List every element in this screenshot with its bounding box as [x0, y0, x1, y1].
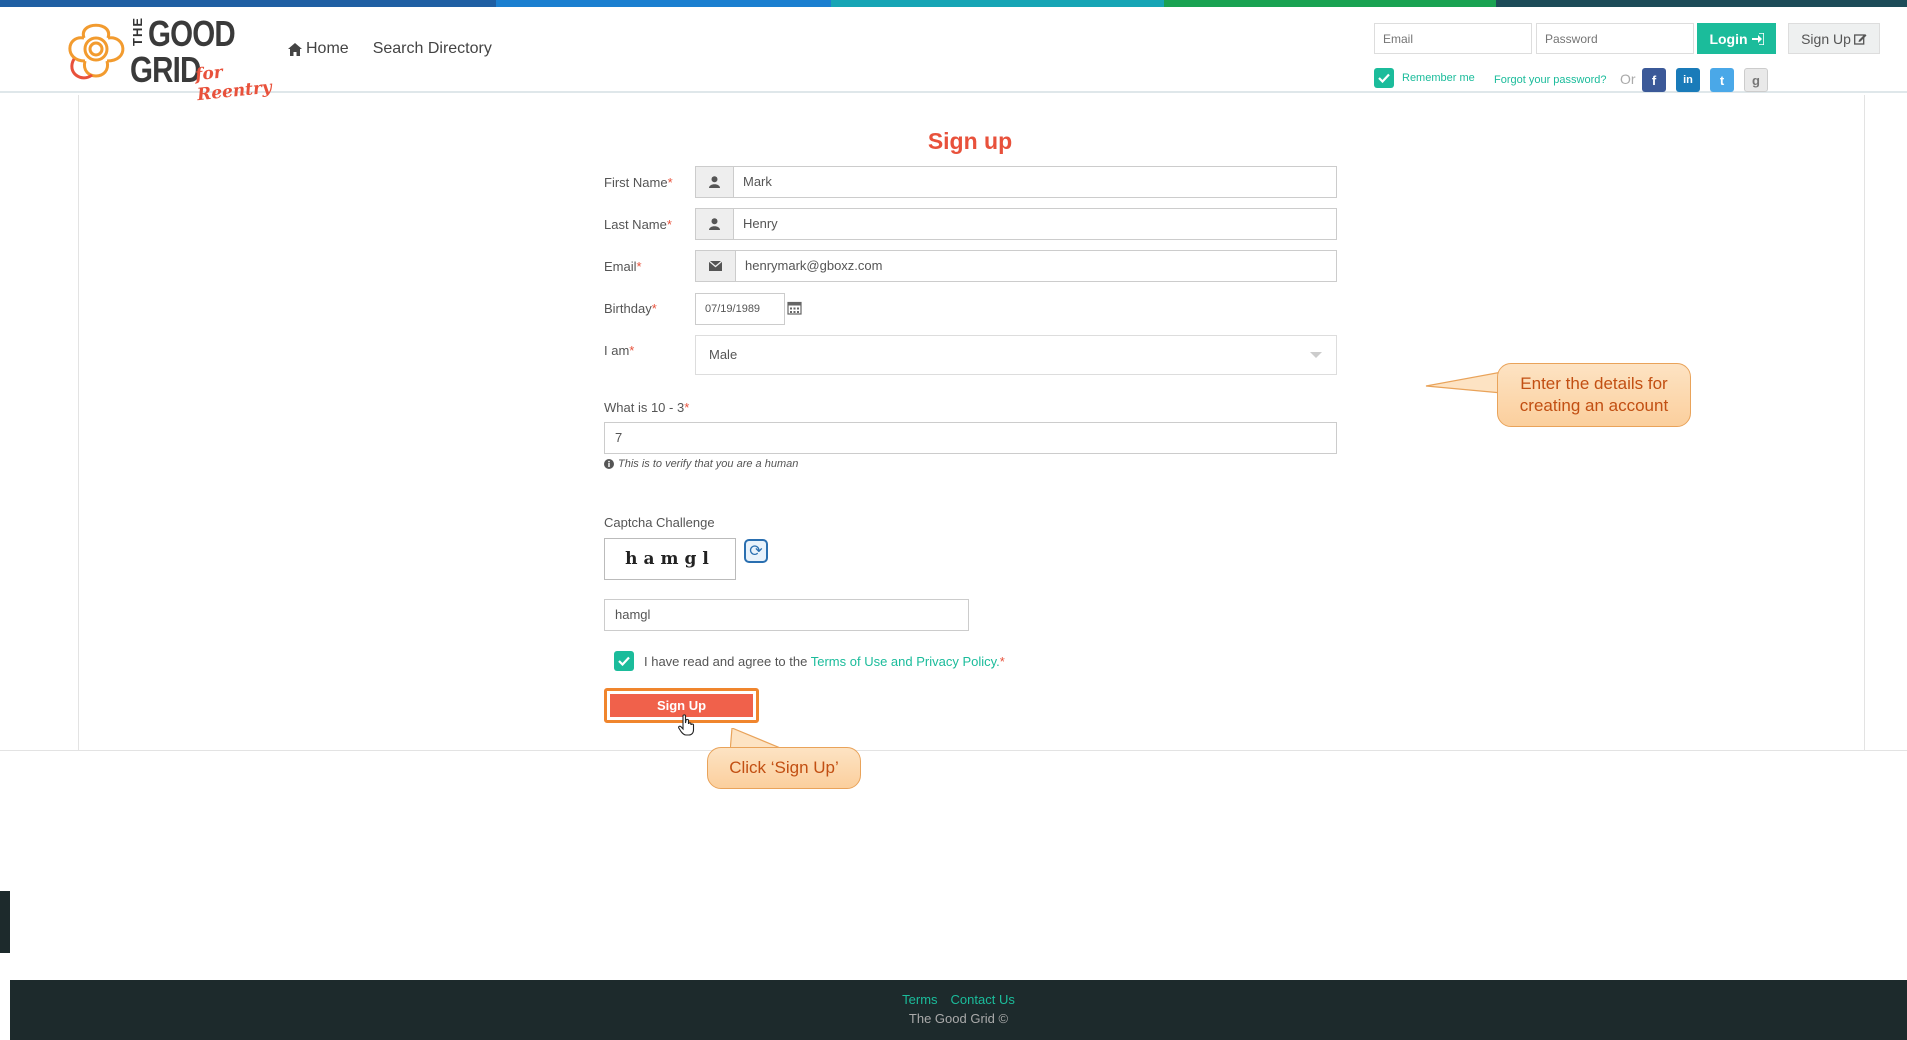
last-name-value: Henry	[743, 216, 778, 231]
first-name-label: First Name*	[604, 175, 673, 190]
terms-agreement: I have read and agree to the Terms of Us…	[614, 651, 1005, 671]
header-signup-label: Sign Up	[1801, 30, 1851, 47]
content-divider	[0, 750, 1907, 751]
google-icon[interactable]: g	[1744, 68, 1768, 92]
captcha-image: hamgl	[604, 538, 736, 580]
remember-me-label: Remember me	[1402, 72, 1475, 84]
details-callout: Enter the details for creating an accoun…	[1497, 363, 1691, 427]
footer-terms-link[interactable]: Terms	[902, 992, 937, 1007]
user-icon	[696, 209, 734, 239]
chevron-down-icon	[1310, 352, 1322, 358]
nav-home[interactable]: Home	[288, 40, 349, 58]
envelope-icon	[696, 251, 736, 281]
forgot-password-link[interactable]: Forgot your password?	[1494, 74, 1607, 86]
footer-contact-link[interactable]: Contact Us	[951, 992, 1015, 1007]
refresh-captcha-icon[interactable]: ⟳	[744, 539, 768, 563]
logo-the: THE	[130, 17, 145, 46]
gender-select[interactable]: Male	[695, 335, 1337, 375]
main-nav: Home Search Directory	[288, 40, 492, 58]
math-hint: This is to verify that you are a human	[604, 458, 798, 470]
last-name-field[interactable]: Henry	[695, 208, 1337, 240]
gender-select-value: Male	[709, 347, 738, 362]
side-tab[interactable]	[0, 891, 10, 953]
info-icon	[604, 459, 614, 469]
last-name-label: Last Name*	[604, 217, 672, 232]
top-color-stripe	[0, 0, 1907, 7]
or-label: Or	[1620, 71, 1636, 87]
terms-text: I have read and agree to the Terms of Us…	[644, 653, 1005, 669]
home-icon	[288, 42, 302, 56]
captcha-label: Captcha Challenge	[604, 515, 715, 530]
hand-cursor-icon	[678, 714, 695, 736]
details-callout-pointer	[1425, 371, 1502, 394]
captcha-input[interactable]: hamgl	[604, 599, 969, 631]
email-label: Email*	[604, 259, 642, 274]
site-header: THE GOOD GRID for Reentry Home Search Di…	[0, 7, 1907, 105]
page-title: Sign up	[927, 128, 1013, 154]
math-answer-input[interactable]: 7	[604, 422, 1337, 454]
logo-grid: GRID	[130, 49, 201, 90]
first-name-field[interactable]: Mark	[695, 166, 1337, 198]
remember-me-checkbox[interactable]	[1374, 68, 1394, 88]
site-footer: Terms Contact Us The Good Grid ©	[10, 980, 1907, 1040]
first-name-value: Mark	[743, 174, 772, 189]
footer-copyright: The Good Grid ©	[908, 1011, 1009, 1026]
footer-links: Terms Contact Us	[10, 992, 1907, 1007]
birthday-label: Birthday*	[604, 301, 657, 316]
nav-search-directory[interactable]: Search Directory	[373, 40, 492, 58]
edit-icon	[1853, 33, 1867, 45]
sign-in-icon	[1751, 32, 1764, 45]
facebook-icon[interactable]: f	[1642, 68, 1666, 92]
click-callout: Click ‘Sign Up’	[707, 747, 861, 789]
user-icon	[696, 167, 734, 197]
check-icon	[618, 656, 630, 666]
calendar-icon[interactable]	[787, 300, 802, 315]
linkedin-icon[interactable]: in	[1676, 68, 1700, 92]
math-question-label: What is 10 - 3*	[604, 400, 690, 415]
flower-logo-icon	[68, 23, 125, 80]
login-form: Login Sign Up Remember me Forgot your pa…	[1374, 16, 1884, 96]
twitter-icon[interactable]: t	[1710, 68, 1734, 92]
math-hint-text: This is to verify that you are a human	[618, 458, 799, 470]
site-logo[interactable]: THE GOOD GRID for Reentry	[58, 11, 278, 105]
birthday-input[interactable]: 07/19/1989	[695, 293, 785, 325]
gender-label: I am*	[604, 343, 635, 358]
email-value: henrymark@gboxz.com	[745, 258, 883, 273]
login-password-input[interactable]	[1536, 23, 1694, 54]
terms-link[interactable]: Terms of Use and Privacy Policy.	[811, 654, 1000, 669]
header-signup-button[interactable]: Sign Up	[1788, 23, 1880, 54]
login-email-input[interactable]	[1374, 23, 1532, 54]
remember-me[interactable]: Remember me	[1374, 68, 1475, 88]
email-field[interactable]: henrymark@gboxz.com	[695, 250, 1337, 282]
nav-home-label: Home	[306, 40, 349, 57]
login-button-label: Login	[1709, 30, 1748, 47]
terms-checkbox[interactable]	[614, 651, 634, 671]
login-button[interactable]: Login	[1697, 23, 1776, 54]
check-icon	[1378, 73, 1390, 83]
